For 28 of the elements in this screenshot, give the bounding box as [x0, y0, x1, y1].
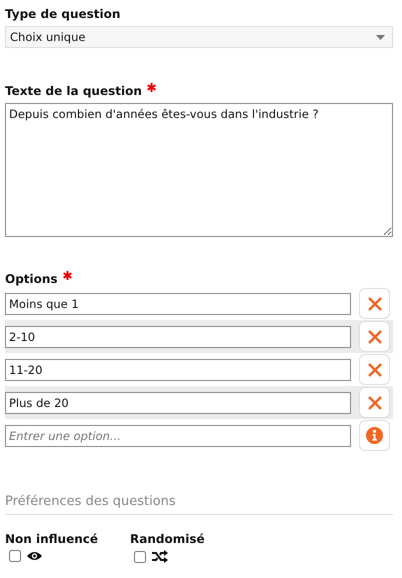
eye-icon [27, 551, 42, 561]
section-title: Préférences des questions [5, 494, 393, 515]
close-icon [368, 362, 382, 376]
close-icon [368, 296, 382, 310]
field-label: Options [5, 271, 58, 287]
question-type-select[interactable]: Choix unique [5, 26, 393, 48]
option-input[interactable]: Moins que 1 [5, 292, 351, 314]
info-button[interactable] [359, 420, 390, 451]
remove-option-button[interactable] [359, 387, 390, 418]
checkbox[interactable] [9, 550, 21, 562]
option-input[interactable]: 2-10 [5, 326, 351, 348]
dropdown-caret-icon [376, 34, 385, 40]
field-label: Texte de la question [5, 83, 142, 99]
preference-label: Randomisé [130, 531, 205, 547]
checkbox[interactable] [134, 550, 146, 562]
shuffle-icon [152, 550, 168, 563]
close-icon [368, 396, 382, 410]
remove-option-button[interactable] [359, 288, 390, 319]
question-text-area[interactable]: Depuis combien d'années êtes-vous dans l'industrie ? [5, 103, 393, 237]
option-input[interactable]: 11-20 [5, 358, 351, 380]
option-input[interactable]: Plus de 20 [5, 392, 351, 414]
info-icon [366, 427, 383, 444]
option-input[interactable]: Entrer une option... [5, 424, 351, 446]
field-label: Type de question [5, 6, 122, 22]
close-icon [368, 330, 382, 344]
remove-option-button[interactable] [359, 354, 390, 385]
remove-option-button[interactable] [359, 321, 390, 352]
preference-label: Non influencé [5, 531, 98, 547]
